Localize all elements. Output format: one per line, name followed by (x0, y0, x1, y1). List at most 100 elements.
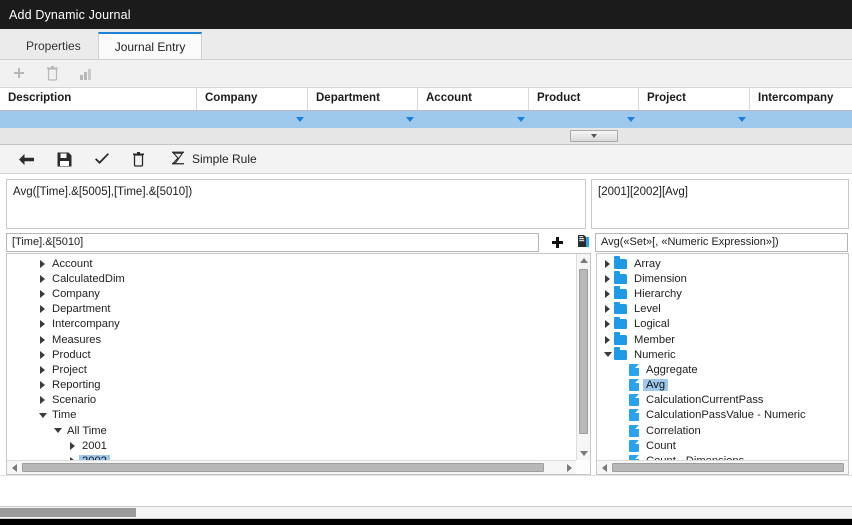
column-header-account[interactable]: Account (418, 88, 529, 110)
chevron-right-icon[interactable] (601, 335, 614, 344)
chevron-right-icon[interactable] (66, 441, 79, 450)
function-tree-node[interactable]: Hierarchy (597, 286, 848, 301)
scroll-left-arrow-icon[interactable] (597, 461, 611, 474)
metadata-tree-vertical-scrollbar[interactable] (576, 254, 590, 460)
chevron-right-icon[interactable] (36, 381, 49, 390)
column-header-department[interactable]: Department (308, 88, 418, 110)
chevron-right-icon[interactable] (36, 335, 49, 344)
tab-journal-entry[interactable]: Journal Entry (97, 32, 203, 59)
metadata-tree-node[interactable]: All Time (7, 423, 576, 438)
chevron-right-icon[interactable] (36, 259, 49, 268)
chevron-down-icon[interactable] (406, 117, 414, 122)
function-tree-node[interactable]: Logical (597, 316, 848, 332)
metadata-tree-node[interactable]: Company (7, 286, 576, 301)
function-tree-node[interactable]: Numeric (597, 347, 848, 362)
chevron-right-icon[interactable] (601, 289, 614, 298)
function-tree-node[interactable]: Aggregate (597, 362, 848, 377)
trash-icon[interactable] (46, 66, 59, 81)
metadata-tree-node[interactable]: Measures (7, 332, 576, 347)
chevron-down-icon[interactable] (36, 412, 49, 418)
chevron-down-icon[interactable] (296, 117, 304, 122)
horizontal-scroll-thumb[interactable] (22, 463, 544, 472)
metadata-tree-node[interactable]: Scenario (7, 393, 576, 408)
function-tree[interactable]: Array Dimension Hierarchy Level Logical Membe… (597, 254, 848, 460)
vertical-scroll-thumb[interactable] (579, 269, 588, 434)
page-horizontal-scrollbar[interactable] (0, 506, 852, 519)
function-tree-horizontal-scrollbar[interactable] (597, 460, 848, 474)
function-tree-node[interactable]: Avg (597, 378, 848, 393)
simple-rule-button[interactable]: Simple Rule (171, 151, 257, 168)
function-tree-node[interactable]: Count (597, 438, 848, 453)
chevron-down-icon[interactable] (601, 352, 614, 358)
expression-preview-textarea[interactable] (591, 179, 849, 229)
metadata-tree[interactable]: Account CalculatedDim Company Department Int… (7, 254, 576, 460)
cell-project[interactable] (639, 111, 750, 128)
metadata-tree-node[interactable]: Intercompany (7, 317, 576, 332)
expression-textarea[interactable] (6, 179, 586, 229)
function-tree-node[interactable]: Dimension (597, 271, 848, 286)
metadata-tree-node[interactable]: Project (7, 362, 576, 377)
metadata-tree-node[interactable]: Time (7, 408, 576, 423)
chevron-down-icon[interactable] (51, 428, 64, 434)
scroll-up-arrow-icon[interactable] (577, 254, 590, 267)
trash-icon[interactable] (132, 151, 145, 167)
member-input[interactable] (6, 232, 539, 252)
function-tree-node-label: Level (634, 303, 661, 316)
table-row[interactable] (0, 111, 852, 128)
chevron-right-icon[interactable] (36, 365, 49, 374)
horizontal-scroll-thumb[interactable] (612, 463, 844, 472)
function-tree-node[interactable]: Array (597, 256, 848, 271)
chevron-down-icon[interactable] (517, 117, 525, 122)
column-header-intercompany[interactable]: Intercompany (750, 88, 852, 110)
metadata-tree-node[interactable]: Product (7, 347, 576, 362)
metadata-tree-node[interactable]: CalculatedDim (7, 271, 576, 286)
page-scroll-thumb[interactable] (0, 508, 136, 517)
chevron-right-icon[interactable] (36, 274, 49, 283)
cell-account[interactable] (418, 111, 529, 128)
chevron-right-icon[interactable] (36, 320, 49, 329)
chevron-down-icon[interactable] (627, 117, 635, 122)
column-header-project[interactable]: Project (639, 88, 750, 110)
metadata-tree-horizontal-scrollbar[interactable] (7, 460, 576, 474)
chevron-down-icon[interactable] (738, 117, 746, 122)
chevron-right-icon[interactable] (601, 305, 614, 314)
metadata-tree-node-label: Project (52, 363, 87, 376)
column-header-product[interactable]: Product (529, 88, 639, 110)
cell-product[interactable] (529, 111, 639, 128)
metadata-tree-node[interactable]: 2001 (7, 438, 576, 453)
scroll-right-arrow-icon[interactable] (562, 461, 576, 474)
copy-icon[interactable] (573, 233, 594, 252)
function-tree-node[interactable]: CalculationCurrentPass (597, 393, 848, 408)
cell-department[interactable] (308, 111, 418, 128)
chevron-right-icon[interactable] (36, 289, 49, 298)
function-tree-node[interactable]: Member (597, 332, 848, 347)
chevron-right-icon[interactable] (601, 320, 614, 329)
back-arrow-icon[interactable] (18, 153, 35, 166)
checkmark-icon[interactable] (94, 152, 110, 166)
metadata-tree-node[interactable]: Department (7, 302, 576, 317)
scroll-left-arrow-icon[interactable] (7, 461, 21, 474)
metadata-tree-node[interactable]: Reporting (7, 378, 576, 393)
insert-member-button[interactable] (547, 233, 568, 252)
chevron-right-icon[interactable] (601, 274, 614, 283)
save-disk-icon[interactable] (57, 152, 72, 167)
column-header-description[interactable]: Description (0, 88, 197, 110)
cell-intercompany[interactable] (750, 111, 852, 128)
cell-description[interactable] (0, 111, 197, 128)
scroll-down-arrow-icon[interactable] (577, 447, 590, 460)
tab-properties[interactable]: Properties (9, 32, 98, 59)
function-tree-node[interactable]: Level (597, 301, 848, 317)
function-tree-node[interactable]: CalculationPassValue - Numeric (597, 408, 848, 423)
chevron-right-icon[interactable] (36, 350, 49, 359)
grid-collapse-button[interactable] (570, 130, 618, 142)
column-header-company[interactable]: Company (197, 88, 308, 110)
plus-icon[interactable] (12, 67, 26, 81)
chevron-right-icon[interactable] (36, 396, 49, 405)
chevron-right-icon[interactable] (36, 305, 49, 314)
metadata-tree-node[interactable]: Account (7, 256, 576, 271)
function-signature-input[interactable] (595, 232, 848, 252)
bar-chart-icon[interactable] (79, 67, 93, 81)
function-tree-node[interactable]: Correlation (597, 423, 848, 438)
cell-company[interactable] (197, 111, 308, 128)
chevron-right-icon[interactable] (601, 259, 614, 268)
